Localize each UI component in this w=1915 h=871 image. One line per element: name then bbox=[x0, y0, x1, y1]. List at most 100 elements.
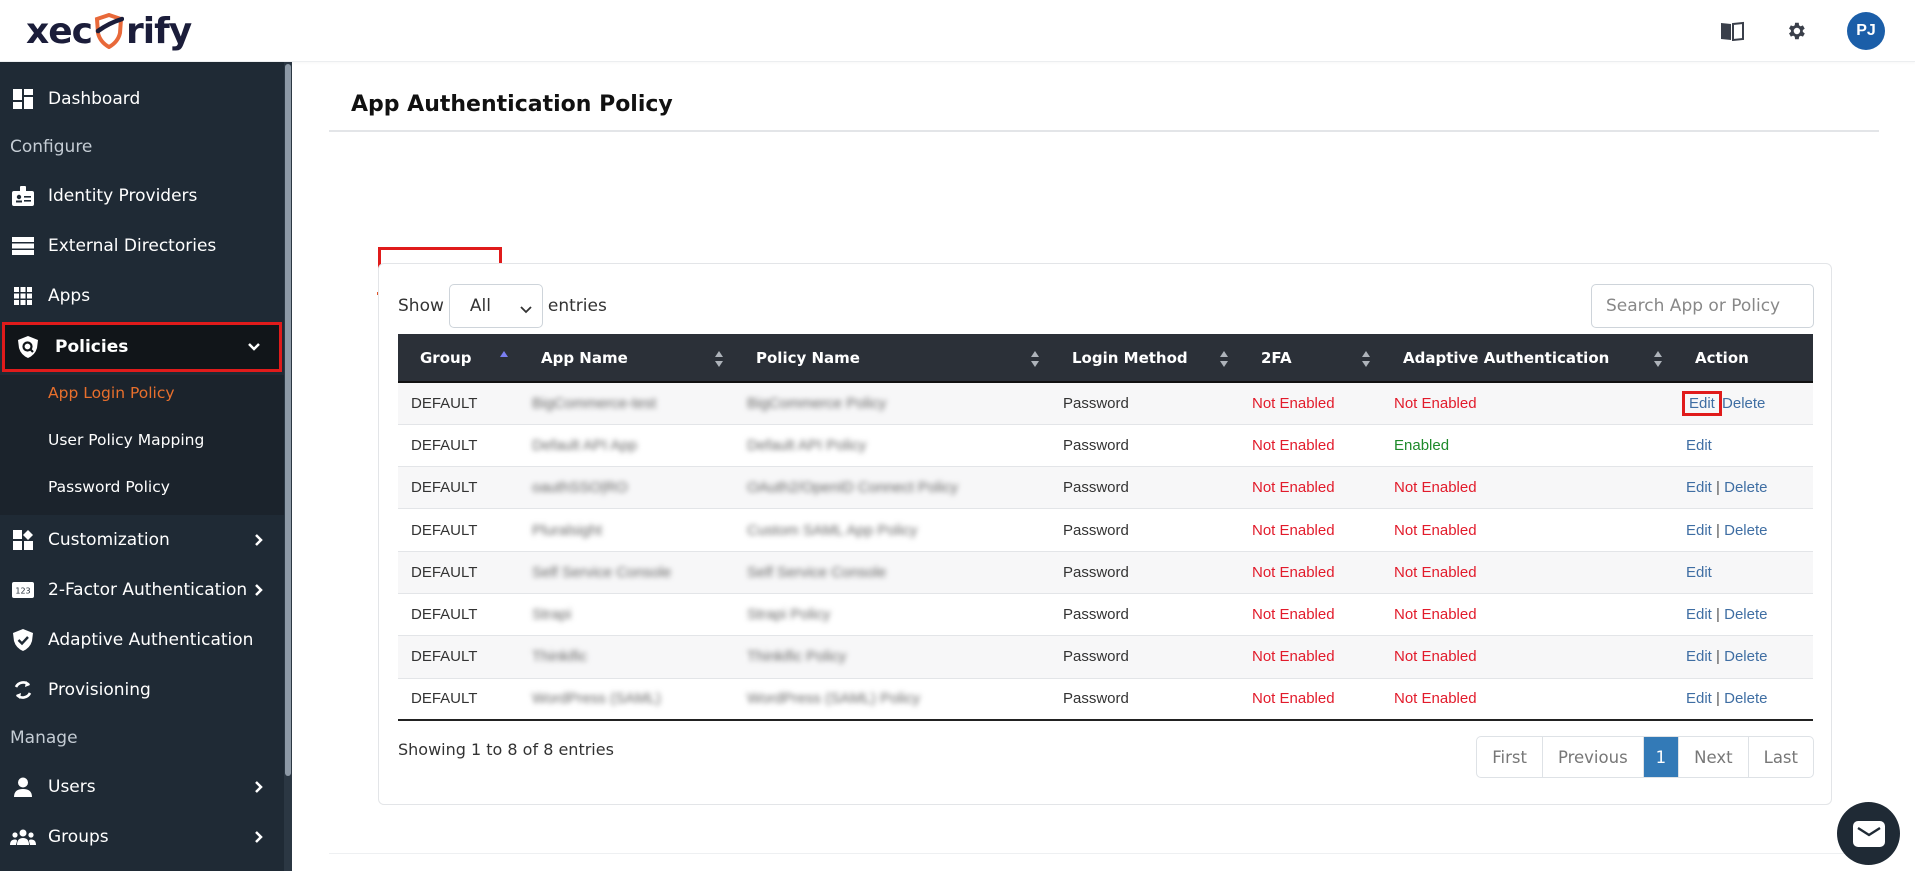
chevron-right-icon bbox=[252, 583, 266, 597]
apps-grid-icon bbox=[10, 283, 36, 309]
sidebar-item-apps[interactable]: Apps bbox=[0, 271, 284, 321]
table-row: DEFAULT Thinkific Thinkific Policy Password… bbox=[398, 635, 1813, 679]
cell-policy-name: Thinkific Policy bbox=[734, 636, 1050, 678]
table-row: DEFAULT BigCommerce-test BigCommerce Polic… bbox=[398, 382, 1813, 425]
delete-link[interactable]: Delete bbox=[1724, 648, 1767, 665]
policy-name-text: WordPress (SAML) Policy bbox=[747, 690, 921, 708]
sidebar-item-provisioning[interactable]: Provisioning bbox=[0, 665, 284, 715]
edit-link[interactable]: Edit bbox=[1682, 390, 1722, 416]
sidebar-item-identity-providers[interactable]: Identity Providers bbox=[0, 171, 284, 221]
pagination-page-current[interactable]: 1 bbox=[1643, 737, 1680, 777]
cell-policy-name: WordPress (SAML) Policy bbox=[734, 678, 1050, 720]
sidebar-subitem-password-policy[interactable]: Password Policy bbox=[48, 478, 170, 496]
action-separator: | bbox=[1716, 648, 1720, 666]
app-name-text: BigCommerce-test bbox=[532, 394, 657, 412]
edit-link[interactable]: Edit bbox=[1686, 437, 1712, 454]
pagination-next[interactable]: Next bbox=[1679, 737, 1749, 777]
column-header-policy-name[interactable]: Policy Name bbox=[734, 334, 1050, 383]
policies-submenu: App Login Policy User Policy Mapping Pas… bbox=[0, 375, 284, 515]
cell-policy-name: BigCommerce Policy bbox=[734, 382, 1050, 424]
sidebar-scrollbar-thumb[interactable] bbox=[285, 64, 291, 776]
edit-link[interactable]: Edit bbox=[1686, 648, 1712, 665]
sidebar-item-external-directories[interactable]: External Directories bbox=[0, 221, 284, 271]
table-header-row: Group App Name Policy Name Login Method … bbox=[398, 334, 1813, 383]
edit-link[interactable]: Edit bbox=[1686, 479, 1712, 496]
search-input[interactable] bbox=[1591, 284, 1814, 328]
contact-mail-button[interactable] bbox=[1837, 802, 1900, 865]
delete-link[interactable]: Delete bbox=[1724, 479, 1767, 496]
cell-login-method: Password bbox=[1063, 394, 1129, 412]
cell-app-name: Pluralsight bbox=[519, 509, 734, 551]
entries-select[interactable]: All bbox=[448, 284, 543, 328]
shield-logo-icon bbox=[94, 13, 124, 49]
sidebar-subitem-user-policy-mapping[interactable]: User Policy Mapping bbox=[48, 431, 204, 449]
sidebar-item-dashboard[interactable]: Dashboard bbox=[0, 74, 284, 124]
sort-icon bbox=[715, 351, 723, 367]
sidebar-label: Users bbox=[48, 777, 96, 797]
numeric-123-icon: 123 bbox=[10, 577, 36, 603]
sidebar-item-users[interactable]: Users bbox=[0, 762, 284, 812]
cell-group: DEFAULT bbox=[411, 648, 478, 666]
delete-link[interactable]: Delete bbox=[1724, 606, 1767, 623]
sidebar-label: 2-Factor Authentication bbox=[48, 580, 248, 600]
app-name-text: Pluralsight bbox=[532, 521, 603, 539]
users-group-icon bbox=[10, 824, 36, 850]
cell-group: DEFAULT bbox=[411, 563, 478, 581]
column-header-login-method[interactable]: Login Method bbox=[1050, 334, 1239, 383]
entries-label: entries bbox=[547, 296, 607, 316]
column-header-app-name[interactable]: App Name bbox=[519, 334, 734, 383]
main-content: App Authentication Policy View Policy Ad… bbox=[292, 62, 1915, 871]
user-avatar[interactable]: PJ bbox=[1847, 12, 1885, 50]
cell-group: DEFAULT bbox=[411, 690, 478, 708]
sidebar-label: Groups bbox=[48, 827, 109, 847]
pagination: First Previous 1 Next Last bbox=[1476, 736, 1814, 778]
edit-link[interactable]: Edit bbox=[1686, 690, 1712, 707]
edit-link[interactable]: Edit bbox=[1686, 522, 1712, 539]
sidebar-scrollbar[interactable] bbox=[284, 62, 292, 871]
cell-adaptive-status: Not Enabled bbox=[1394, 690, 1477, 708]
cell-actions: Edit | Delete bbox=[1673, 636, 1813, 678]
gear-icon[interactable] bbox=[1783, 18, 1809, 44]
cell-app-name: Self Service Console bbox=[519, 551, 734, 593]
chevron-down-icon bbox=[520, 300, 532, 320]
sidebar-item-2fa[interactable]: 123 2-Factor Authentication bbox=[0, 565, 284, 615]
column-header-group[interactable]: Group bbox=[398, 334, 519, 383]
delete-link[interactable]: Delete bbox=[1724, 522, 1767, 539]
sidebar-subitem-app-login-policy[interactable]: App Login Policy bbox=[48, 384, 175, 402]
server-icon bbox=[10, 233, 36, 259]
pagination-previous[interactable]: Previous bbox=[1543, 737, 1644, 777]
cell-policy-name: Custom SAML App Policy bbox=[734, 509, 1050, 551]
cell-app-name: WordPress (SAML) bbox=[519, 678, 734, 720]
cell-actions: Edit bbox=[1673, 551, 1813, 593]
brand-logo[interactable]: xec rify bbox=[26, 6, 192, 56]
delete-link[interactable]: Delete bbox=[1722, 395, 1765, 412]
cell-actions: Edit | Delete bbox=[1673, 509, 1813, 551]
column-label: Group bbox=[420, 348, 472, 367]
policy-name-text: Custom SAML App Policy bbox=[747, 521, 918, 539]
table-row: DEFAULT oauthSSO|RO OAuth2/OpenID Connect … bbox=[398, 466, 1813, 509]
column-header-2fa[interactable]: 2FA bbox=[1239, 334, 1381, 383]
edit-link[interactable]: Edit bbox=[1686, 606, 1712, 623]
pagination-last[interactable]: Last bbox=[1749, 737, 1813, 777]
app-name-text: WordPress (SAML) bbox=[532, 690, 661, 708]
edit-link[interactable]: Edit bbox=[1686, 564, 1712, 581]
sync-icon bbox=[10, 677, 36, 703]
sidebar-item-adaptive-authentication[interactable]: Adaptive Authentication bbox=[0, 615, 284, 665]
sidebar-item-customization[interactable]: Customization bbox=[0, 515, 284, 565]
cell-adaptive-status: Not Enabled bbox=[1394, 563, 1477, 581]
dashboard-icon bbox=[10, 86, 36, 112]
delete-link[interactable]: Delete bbox=[1724, 690, 1767, 707]
sidebar-item-groups[interactable]: Groups bbox=[0, 812, 284, 862]
cell-login-method: Password bbox=[1063, 563, 1129, 581]
pagination-first[interactable]: First bbox=[1477, 737, 1543, 777]
book-icon[interactable] bbox=[1719, 18, 1745, 44]
sidebar-item-policies[interactable]: Policies bbox=[2, 322, 282, 372]
sidebar: Dashboard Configure Identity Providers E… bbox=[0, 62, 292, 871]
table-row: DEFAULT Default API App Default API Policy… bbox=[398, 424, 1813, 467]
column-label: Action bbox=[1695, 348, 1749, 367]
entries-select-value: All bbox=[469, 296, 491, 316]
action-separator: | bbox=[1716, 521, 1720, 539]
column-label: Login Method bbox=[1072, 348, 1188, 367]
sidebar-label: Policies bbox=[55, 337, 129, 357]
column-header-adaptive-authentication[interactable]: Adaptive Authentication bbox=[1381, 334, 1673, 383]
